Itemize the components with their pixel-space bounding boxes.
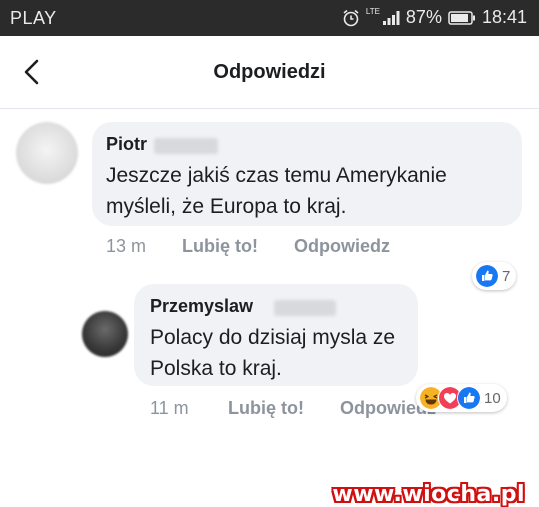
signal-icon (382, 10, 400, 26)
comment-bubble[interactable]: Przemyslaw Polacy do dzisiaj mysla ze Po… (134, 284, 418, 386)
like-button[interactable]: Lubię to! (182, 236, 258, 257)
reactions-summary[interactable]: 7 (472, 262, 517, 290)
like-icon (457, 386, 481, 410)
reaction-count: 10 (484, 389, 501, 407)
battery-percent-label: 87% (405, 7, 442, 27)
comment-text: Polacy do dzisiaj mysla ze Polska to kra… (150, 326, 396, 380)
reply-button[interactable]: Odpowiedz (294, 236, 390, 257)
avatar[interactable] (16, 122, 78, 184)
carrier-label: PLAY (10, 8, 57, 28)
avatar[interactable] (82, 311, 128, 357)
author-surname-redacted (154, 138, 218, 154)
network-type-label: LTE (365, 7, 380, 16)
header: Odpowiedzi (0, 36, 539, 109)
like-icon (475, 264, 499, 288)
status-bar: PLAY LTE 87% 18:41 (0, 0, 539, 36)
comment-author[interactable]: Piotr (106, 134, 147, 155)
like-button[interactable]: Lubię to! (228, 398, 304, 419)
reactions-summary[interactable]: 10 (416, 384, 507, 412)
replies-panel: Odpowiedzi Piotr Jeszcze jakiś czas temu… (0, 36, 539, 507)
author-surname-redacted (274, 300, 336, 316)
comment-author[interactable]: Przemyslaw (150, 296, 253, 317)
clock-label: 18:41 (481, 7, 527, 27)
comment-bubble[interactable]: Piotr Jeszcze jakiś czas temu Amerykanie… (92, 122, 522, 226)
page-title: Odpowiedzi (213, 61, 326, 83)
comment-text: Jeszcze jakiś czas temu Amerykanie myśle… (106, 164, 447, 218)
status-icons: LTE 87% 18:41 (342, 7, 527, 28)
battery-icon (448, 10, 476, 25)
alarm-icon (342, 9, 360, 27)
reaction-count: 7 (502, 267, 511, 285)
comment-timestamp: 13 m (106, 236, 147, 256)
comment-timestamp: 11 m (150, 398, 189, 418)
